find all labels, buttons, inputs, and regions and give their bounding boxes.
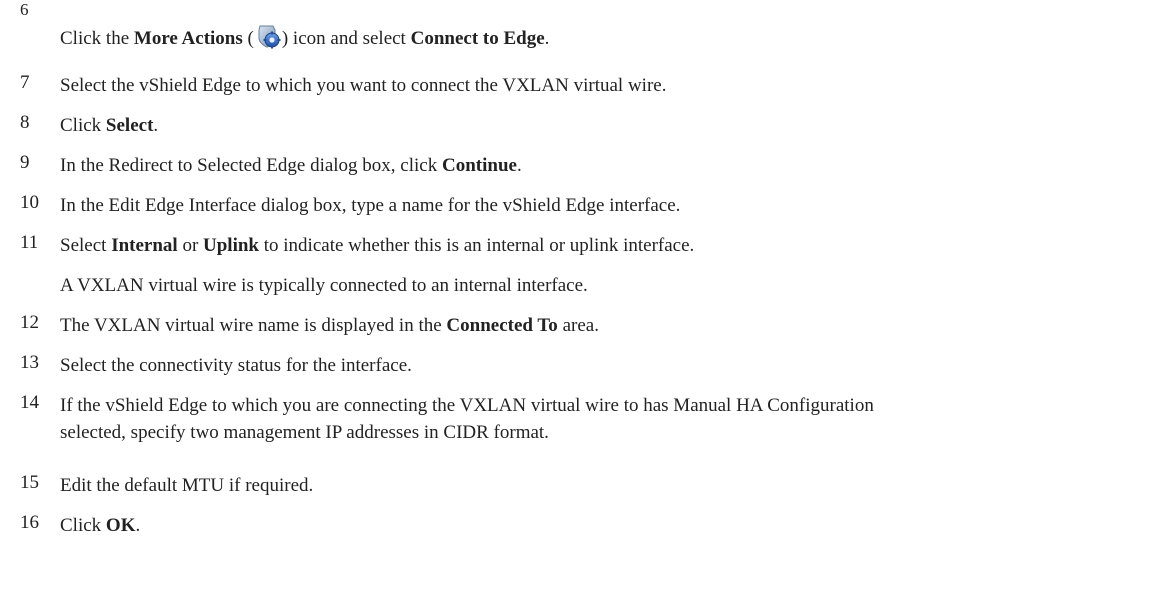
step-text: If the vShield Edge to which you are con…: [60, 392, 1160, 446]
step-text: In the Redirect to Selected Edge dialog …: [60, 152, 1160, 179]
step-number: 11: [20, 232, 39, 253]
text-run: Click the: [60, 28, 134, 49]
text-run: ) icon and select: [281, 28, 411, 49]
ui-term-continue: Continue: [442, 155, 517, 176]
step-number: 8: [20, 112, 30, 133]
step-text: Select the vShield Edge to which you wan…: [60, 75, 667, 96]
text-line: selected, specify two management IP addr…: [60, 422, 549, 443]
step-number: 16: [20, 512, 39, 533]
step-text: Click Select.: [60, 112, 1160, 139]
text-run: .: [153, 115, 159, 136]
text-run: The VXLAN virtual wire name is displayed…: [60, 315, 447, 336]
step-text: The VXLAN virtual wire name is displayed…: [60, 312, 1160, 339]
text-run: Select: [60, 235, 112, 256]
text-run: (: [242, 28, 254, 49]
ui-term-more-actions: More Actions: [133, 28, 243, 49]
step-text: Edit the default MTU if required.: [60, 475, 314, 496]
text-run: area.: [557, 315, 599, 336]
ui-term-select: Select: [105, 115, 154, 136]
text-run: to indicate whether this is an internal …: [259, 235, 695, 256]
step-number: 13: [20, 352, 39, 373]
step-number: 14: [20, 392, 39, 413]
text-run: In the Redirect to Selected Edge dialog …: [60, 155, 442, 176]
text-run: .: [544, 28, 550, 49]
text-run: .: [516, 155, 522, 176]
ui-term-internal: Internal: [111, 235, 178, 256]
ui-term-uplink: Uplink: [203, 235, 259, 256]
text-run: Click: [60, 515, 106, 536]
step-number: 7: [20, 72, 30, 93]
step-text: Select the connectivity status for the i…: [60, 355, 412, 376]
step-note: A VXLAN virtual wire is typically connec…: [60, 275, 588, 296]
step-number: 15: [20, 472, 39, 493]
ui-term-ok: OK: [105, 515, 136, 536]
text-run: Click: [60, 115, 106, 136]
text-run: .: [135, 515, 141, 536]
step-text: Click OK.: [60, 512, 1160, 539]
step-number: 10: [20, 192, 39, 213]
text-line: If the vShield Edge to which you are con…: [60, 395, 874, 416]
step-number: 9: [20, 152, 30, 173]
ui-term-connected-to: Connected To: [446, 315, 558, 336]
step-text: In the Edit Edge Interface dialog box, t…: [60, 195, 681, 216]
step-number: 12: [20, 312, 39, 333]
gear-icon: [255, 24, 281, 50]
step-text: Click the More Actions () icon and sele…: [60, 24, 1160, 52]
text-run: or: [177, 235, 204, 256]
ui-term-connect-to-edge: Connect to Edge: [410, 28, 545, 49]
step-number: 6: [20, 0, 29, 19]
step-text: Select Internal or Uplink to indicate wh…: [60, 232, 1160, 259]
